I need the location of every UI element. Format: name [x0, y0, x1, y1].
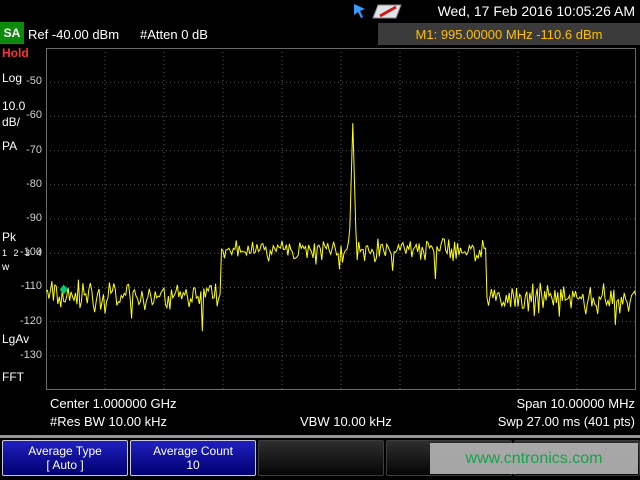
softkey-average-type[interactable]: Average Type [ Auto ] — [2, 440, 128, 476]
mode-tab-sa: SA — [0, 22, 24, 44]
graticule-grid — [46, 48, 636, 390]
softkey-blank-3[interactable] — [258, 440, 384, 476]
annunciator-pk: Pk — [2, 230, 16, 244]
footer-rbw: #Res BW 10.00 kHz — [50, 414, 167, 429]
ref-level-label: Ref -40.00 dBm — [28, 27, 119, 42]
y-axis-tick-label: -110 — [0, 280, 42, 293]
footer-span: Span 10.00000 MHz — [516, 396, 635, 411]
watermark-text: www.cntronics.com — [466, 450, 603, 468]
y-axis-tick-label: -100 — [0, 246, 42, 259]
spectrum-analyzer-screen: Wed, 17 Feb 2016 10:05:26 AM SA Ref -40.… — [0, 0, 640, 480]
footer-center-freq: Center 1.000000 GHz — [50, 396, 176, 411]
softkey-value: 10 — [186, 458, 199, 472]
softkey-average-count[interactable]: Average Count 10 — [130, 440, 256, 476]
y-axis-tick-label: -120 — [0, 315, 42, 328]
y-axis-tick-label: -50 — [0, 75, 42, 88]
plot-area — [46, 48, 636, 390]
annunciator-trace-w: w — [2, 262, 9, 273]
softkey-value: [ Auto ] — [46, 458, 83, 472]
y-axis-tick-label: -80 — [0, 178, 42, 191]
cursor-arrow-icon — [352, 3, 368, 19]
footer-sweep: Swp 27.00 ms (401 pts) — [498, 414, 635, 429]
y-axis-tick-label: -130 — [0, 349, 42, 362]
annunciator-lgav: LgAv — [2, 332, 29, 346]
softkey-separator — [0, 435, 640, 438]
atten-label: #Atten 0 dB — [140, 27, 208, 42]
marker-readout-label: M1: 995.00000 MHz -110.6 dBm — [416, 27, 603, 42]
marker-readout-bar: M1: 995.00000 MHz -110.6 dBm — [378, 23, 640, 45]
watermark: www.cntronics.com — [430, 443, 638, 474]
datetime-label: Wed, 17 Feb 2016 10:05:26 AM — [438, 3, 635, 19]
y-axis-tick-label: -90 — [0, 212, 42, 225]
footer-vbw: VBW 10.00 kHz — [300, 414, 392, 429]
y-axis-tick-label: -60 — [0, 109, 42, 122]
softkey-label: Average Count — [153, 444, 233, 458]
spectrum-trace — [46, 123, 636, 331]
screen-capture-icon — [372, 4, 402, 19]
annunciator-fft: FFT — [2, 370, 24, 384]
marker-m1-diamond[interactable] — [60, 284, 68, 294]
top-bar: Wed, 17 Feb 2016 10:05:26 AM — [0, 0, 640, 22]
annunciator-hold: Hold — [2, 46, 29, 60]
y-axis-tick-label: -70 — [0, 144, 42, 157]
softkey-label: Average Type — [28, 444, 102, 458]
plot-svg — [46, 48, 636, 390]
